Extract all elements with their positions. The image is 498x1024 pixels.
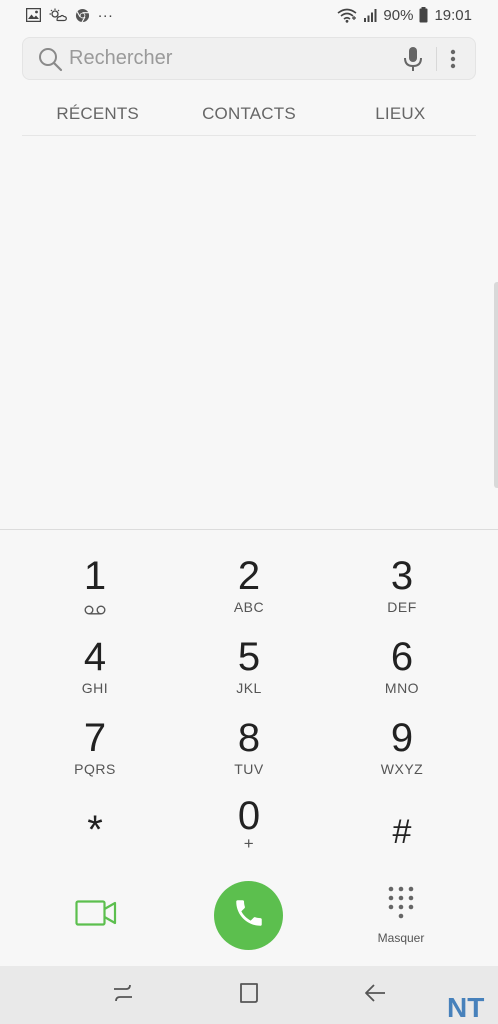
key-letters: JKL [236, 680, 262, 696]
key-letters: MNO [384, 680, 420, 696]
battery-percent: 90% [383, 6, 414, 24]
key-7[interactable]: 7 PQRS [35, 716, 155, 794]
clock: 19:01 [434, 6, 472, 24]
key-0[interactable]: 0 + [189, 794, 309, 872]
key-9[interactable]: 9 WXYZ [342, 716, 462, 794]
status-bar: ... 90% 19:01 [0, 0, 498, 30]
dialpad-icon [387, 885, 415, 926]
key-digit: * [87, 808, 103, 852]
key-star[interactable]: * [35, 798, 155, 876]
svg-text:NT: NT [447, 993, 484, 1021]
key-letters: ABC [233, 599, 265, 615]
tab-places[interactable]: LIEUX [325, 92, 476, 135]
search-bar[interactable] [22, 37, 476, 80]
more-vert-icon[interactable] [449, 47, 457, 71]
key-1[interactable]: 1 [35, 554, 155, 632]
voicemail-icon [84, 602, 106, 620]
status-left: ... [26, 4, 114, 23]
key-letters: WXYZ [380, 761, 424, 777]
search-divider [436, 46, 437, 71]
hide-keypad-label: Masquer [377, 931, 425, 945]
key-letters: GHI [81, 680, 109, 696]
search-input[interactable] [69, 38, 402, 79]
hide-keypad-button[interactable]: Masquer [364, 885, 438, 951]
video-call-button[interactable] [73, 899, 119, 931]
key-digit: 6 [390, 635, 414, 679]
search-icon [37, 46, 63, 72]
status-right: 90% 19:01 [337, 7, 472, 24]
key-letters: TUV [234, 761, 264, 777]
tab-contacts[interactable]: CONTACTS [173, 92, 324, 135]
more-notifications-indicator: ... [98, 3, 114, 21]
phone-icon [232, 896, 266, 935]
wifi-icon [337, 8, 357, 23]
home-nav-button[interactable] [229, 975, 269, 1015]
key-digit: # [392, 813, 412, 851]
battery-icon [419, 7, 428, 23]
key-2[interactable]: 2 ABC [189, 554, 309, 632]
key-3[interactable]: 3 DEF [342, 554, 462, 632]
back-nav-icon [363, 983, 387, 1008]
chrome-icon [75, 8, 90, 23]
key-5[interactable]: 5 JKL [189, 635, 309, 713]
call-button[interactable] [214, 881, 283, 950]
key-8[interactable]: 8 TUV [189, 716, 309, 794]
weather-icon [49, 8, 67, 22]
key-4[interactable]: 4 GHI [35, 635, 155, 713]
mic-icon[interactable] [402, 45, 424, 73]
tab-bar: RÉCENTS CONTACTS LIEUX [22, 92, 476, 136]
key-letters: + [243, 834, 255, 853]
edge-panel-handle[interactable] [494, 282, 498, 488]
key-digit: 8 [237, 716, 261, 760]
navigation-bar [0, 966, 498, 1024]
key-digit: 9 [390, 716, 414, 760]
key-digit: 4 [83, 635, 107, 679]
dialpad: 1 2 ABC 3 DEF 4 GHI 5 JKL 6 MNO 7 PQRS 8… [0, 529, 498, 966]
key-6[interactable]: 6 MNO [342, 635, 462, 713]
watermark-logo: NT [444, 992, 496, 1022]
key-hash[interactable]: # [342, 798, 462, 876]
signal-icon [363, 8, 377, 22]
key-digit: 7 [83, 716, 107, 760]
video-call-icon [75, 899, 117, 931]
key-digit: 3 [390, 554, 414, 598]
key-digit: 5 [237, 635, 261, 679]
key-letters: PQRS [74, 761, 116, 777]
dialpad-actions: Masquer [0, 875, 498, 955]
key-digit: 1 [83, 554, 107, 598]
tab-recents[interactable]: RÉCENTS [22, 92, 173, 135]
recents-nav-icon [112, 983, 134, 1008]
back-nav-button[interactable] [355, 975, 395, 1015]
key-digit: 0 [237, 794, 261, 838]
key-letters: DEF [387, 599, 417, 615]
key-digit: 2 [237, 554, 261, 598]
home-nav-icon [238, 982, 260, 1009]
image-icon [26, 8, 41, 22]
recents-nav-button[interactable] [103, 975, 143, 1015]
